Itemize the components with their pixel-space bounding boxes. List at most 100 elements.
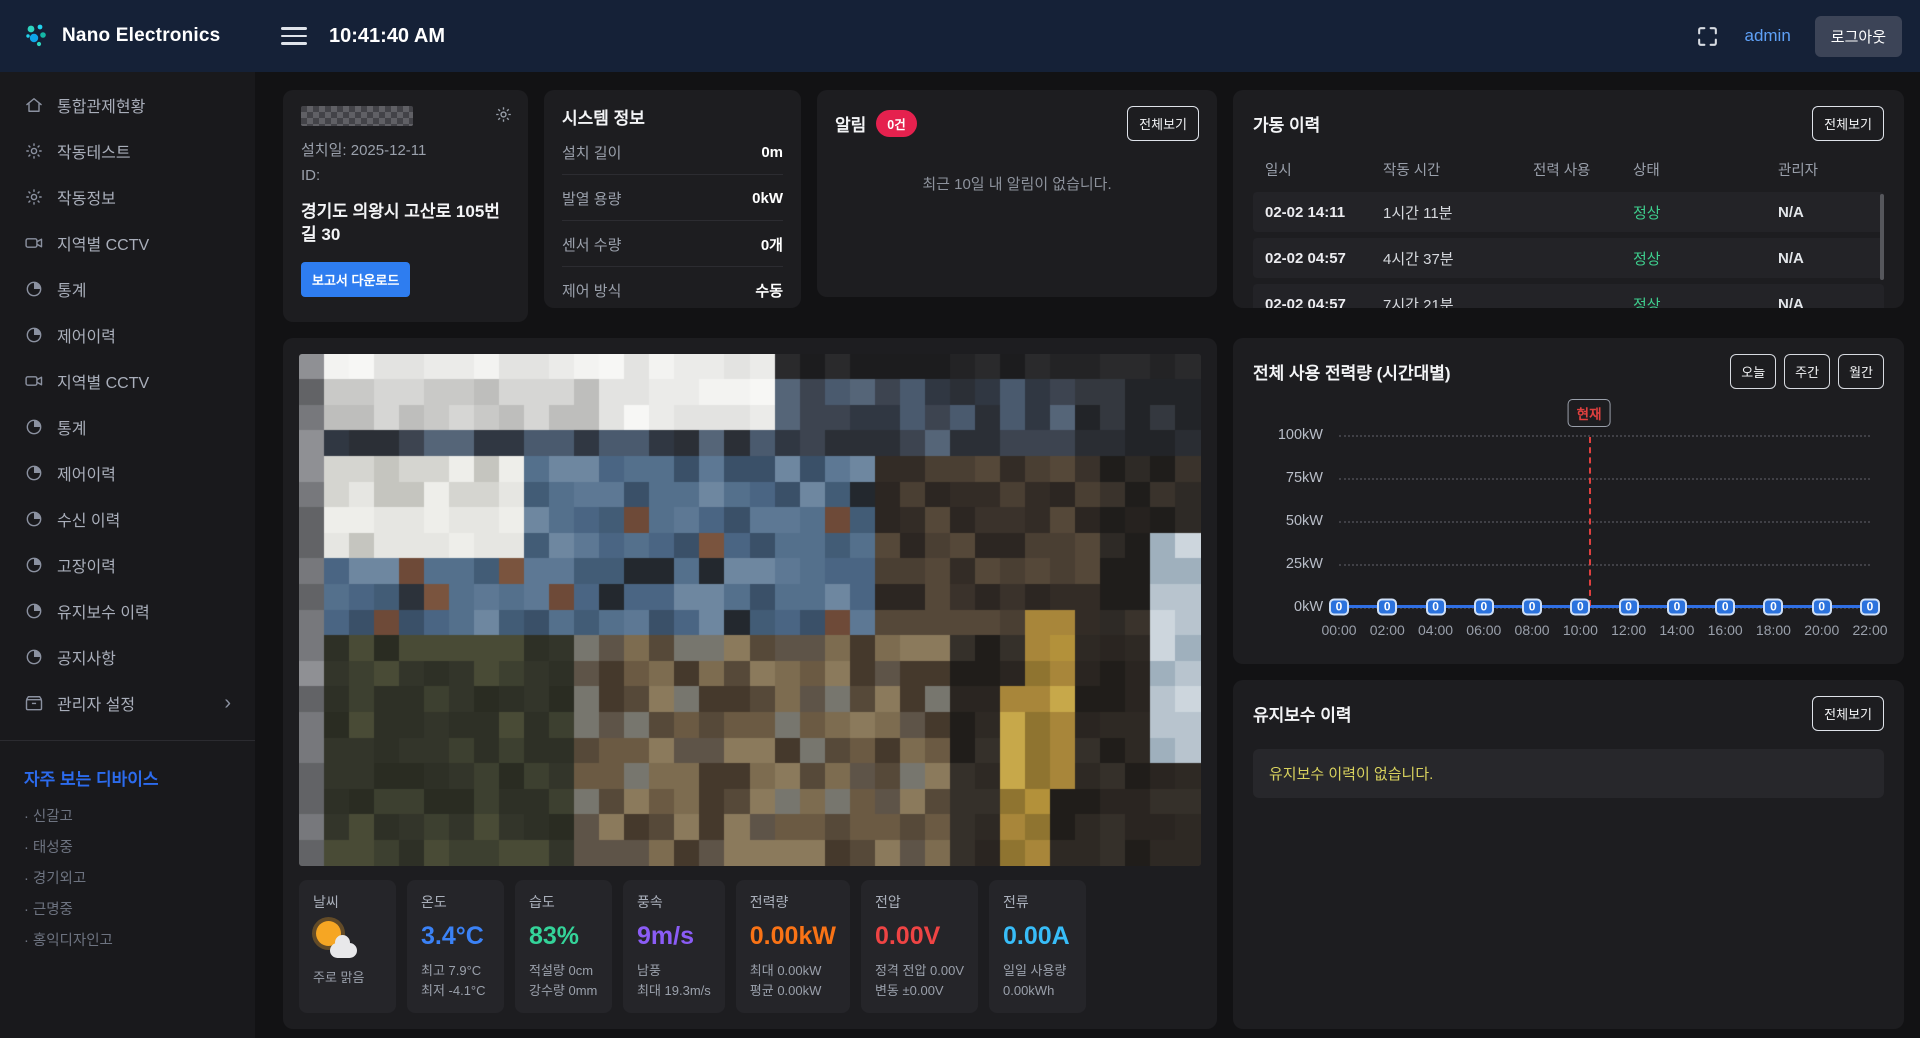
- operation-history-rows: 02-02 14:111시간 11분정상N/A02-02 04:574시간 37…: [1253, 192, 1884, 308]
- chart-range-button-0[interactable]: 오늘: [1730, 354, 1776, 389]
- stat-label: 온도: [421, 892, 490, 912]
- sidebar-item-10[interactable]: 고장이력: [0, 542, 255, 588]
- sidebar-item-3[interactable]: 지역별 CCTV: [0, 220, 255, 266]
- sidebar-item-4[interactable]: 통계: [0, 266, 255, 312]
- sidebar-item-5[interactable]: 제어이력: [0, 312, 255, 358]
- stat-label: 습도: [529, 892, 598, 912]
- logout-button[interactable]: 로그아웃: [1815, 16, 1902, 57]
- cctv-image: [299, 354, 1201, 866]
- power-usage-chart: 100kW75kW50kW25kW0kW000:00002:00004:0000…: [1253, 425, 1884, 657]
- stat-label: 날씨: [313, 892, 382, 912]
- operation-history-columns: 일시작동 시간전력 사용상태관리자: [1253, 141, 1884, 192]
- column-header: 일시: [1265, 159, 1383, 180]
- header-clock: 10:41:40 AM: [329, 25, 445, 48]
- x-axis-tick: 14:00: [1659, 622, 1694, 638]
- username[interactable]: admin: [1744, 26, 1790, 46]
- data-point: 0: [1426, 598, 1446, 615]
- sidebar-item-2[interactable]: 작동정보: [0, 174, 255, 220]
- operation-history-view-all-button[interactable]: 전체보기: [1812, 106, 1884, 141]
- cctv-panel: 날씨주로 맑음온도3.4°C최고 7.9°C최저 -4.1°C습도83%적설량 …: [283, 338, 1217, 1029]
- sidebar-item-label: 작동테스트: [57, 139, 131, 163]
- x-axis-tick: 10:00: [1563, 622, 1598, 638]
- alerts-card: 알림 0건 전체보기 최근 10일 내 알림이 없습니다.: [817, 90, 1217, 297]
- sidebar-item-label: 수신 이력: [57, 507, 120, 531]
- favorite-device-item[interactable]: 태성중: [0, 831, 255, 862]
- logo[interactable]: Nano Electronics: [0, 21, 255, 51]
- data-point: 0: [1763, 598, 1783, 615]
- sidebar-item-1[interactable]: 작동테스트: [0, 128, 255, 174]
- chart-pie-icon: [24, 417, 44, 437]
- favorite-device-item[interactable]: 근명중: [0, 893, 255, 924]
- sidebar-item-label: 지역별 CCTV: [57, 231, 149, 255]
- stat-subline: 0.00kWh: [1003, 981, 1072, 1001]
- system-info-label: 발열 용량: [562, 188, 621, 209]
- cell-status: 정상: [1633, 248, 1778, 269]
- chevron-right-icon: ›: [224, 693, 231, 713]
- data-point: 0: [1329, 598, 1349, 615]
- system-info-row: 제어 방식수동: [562, 267, 783, 312]
- chart-range-button-1[interactable]: 주간: [1784, 354, 1830, 389]
- data-line: [1339, 605, 1870, 608]
- maintenance-view-all-button[interactable]: 전체보기: [1812, 696, 1884, 731]
- x-axis-tick: 06:00: [1466, 622, 1501, 638]
- install-date: 설치일: 2025-12-11: [301, 139, 510, 160]
- sidebar-item-8[interactable]: 제어이력: [0, 450, 255, 496]
- sidebar-item-9[interactable]: 수신 이력: [0, 496, 255, 542]
- favorite-device-item[interactable]: 신갈고: [0, 800, 255, 831]
- site-settings-gear-icon[interactable]: [494, 105, 513, 124]
- fullscreen-icon[interactable]: [1695, 24, 1720, 49]
- stat-value: 0.00kW: [750, 922, 836, 951]
- stat-card-1: 온도3.4°C최고 7.9°C최저 -4.1°C: [407, 880, 504, 1013]
- x-axis-tick: 20:00: [1804, 622, 1839, 638]
- sidebar-item-label: 통계: [57, 277, 86, 301]
- sidebar-item-12[interactable]: 공지사항: [0, 634, 255, 680]
- cell-duration: 4시간 37분: [1383, 248, 1533, 269]
- chart-pie-icon: [24, 325, 44, 345]
- cell-manager: N/A: [1778, 296, 1872, 309]
- report-download-button[interactable]: 보고서 다운로드: [301, 262, 410, 297]
- favorite-device-item[interactable]: 홍익디자인고: [0, 924, 255, 955]
- stat-sublines: 적설량 0cm강수량 0mm: [529, 961, 598, 1001]
- stat-sublines: 최대 0.00kW평균 0.00kW: [750, 961, 836, 1001]
- sidebar-item-13[interactable]: 관리자 설정 ›: [0, 680, 255, 726]
- sidebar-item-label: 유지보수 이력: [57, 599, 150, 623]
- column-header: 상태: [1633, 159, 1778, 180]
- current-time-line: [1589, 437, 1591, 606]
- menu-toggle-icon[interactable]: [281, 22, 307, 50]
- sun-cloud-icon: [313, 920, 359, 958]
- column-header: 전력 사용: [1533, 159, 1633, 180]
- system-info-value: 수동: [755, 280, 783, 301]
- sidebar-item-6[interactable]: 지역별 CCTV: [0, 358, 255, 404]
- system-info-row: 설치 길이0m: [562, 129, 783, 175]
- alerts-empty-message: 최근 10일 내 알림이 없습니다.: [835, 173, 1199, 194]
- maintenance-card: 유지보수 이력 전체보기 유지보수 이력이 없습니다.: [1233, 680, 1904, 1029]
- data-point: 0: [1522, 598, 1542, 615]
- sidebar-item-label: 관리자 설정: [57, 691, 135, 715]
- data-point: 0: [1377, 598, 1397, 615]
- sidebar-item-label: 공지사항: [57, 645, 116, 669]
- stat-sublines: 정격 전압 0.00V변동 ±0.00V: [875, 961, 964, 1001]
- site-id: ID:: [301, 167, 510, 184]
- favorite-devices-list: 신갈고태성중경기외고근명중홍익디자인고: [0, 800, 255, 955]
- app-header: Nano Electronics 10:41:40 AM admin 로그아웃: [0, 0, 1920, 72]
- home-icon: [24, 95, 44, 115]
- sidebar-item-0[interactable]: 통합관제현황: [0, 82, 255, 128]
- stat-sublines: 남풍최대 19.3m/s: [637, 961, 711, 1001]
- y-axis-tick: 100kW: [1253, 427, 1323, 443]
- sidebar-item-11[interactable]: 유지보수 이력: [0, 588, 255, 634]
- stat-value: 9m/s: [637, 922, 711, 951]
- archive-icon: [24, 693, 44, 713]
- cell-manager: N/A: [1778, 204, 1872, 221]
- chart-range-button-2[interactable]: 월간: [1838, 354, 1884, 389]
- stat-card-6: 전류0.00A일일 사용량0.00kWh: [989, 880, 1086, 1013]
- cell-status: 정상: [1633, 294, 1778, 309]
- sidebar-item-7[interactable]: 통계: [0, 404, 255, 450]
- system-info-label: 설치 길이: [562, 142, 621, 163]
- alerts-view-all-button[interactable]: 전체보기: [1127, 106, 1199, 141]
- stat-subline: 적설량 0cm: [529, 961, 598, 981]
- operation-history-card: 가동 이력 전체보기 일시작동 시간전력 사용상태관리자 02-02 14:11…: [1233, 90, 1904, 308]
- stat-label: 전압: [875, 892, 964, 912]
- data-point: 0: [1860, 598, 1880, 615]
- table-scrollbar[interactable]: [1880, 194, 1884, 280]
- favorite-device-item[interactable]: 경기외고: [0, 862, 255, 893]
